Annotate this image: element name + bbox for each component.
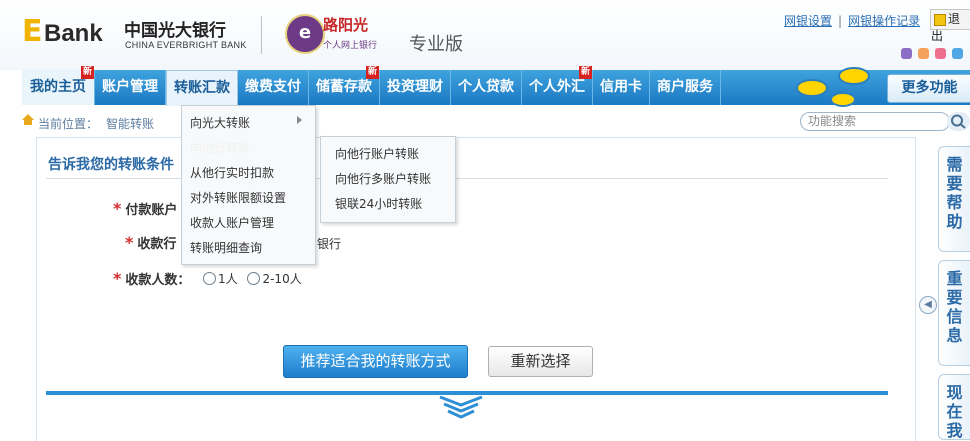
new-badge: 新: [578, 66, 592, 79]
nav-item-forex[interactable]: 个人外汇新: [522, 66, 593, 105]
header-divider: [261, 16, 262, 54]
other-bank-submenu: 向他行账户转账 向他行多账户转账 银联24小时转账: [320, 136, 456, 223]
radio-multi-person[interactable]: 2-10人: [247, 272, 302, 286]
now-i-tab[interactable]: 现在我: [938, 374, 970, 440]
home-icon: [22, 114, 34, 125]
function-search-input[interactable]: 功能搜索: [800, 112, 950, 131]
new-badge: 新: [365, 66, 379, 79]
breadcrumb: 当前位置： 智能转账: [38, 115, 154, 132]
nav-item-label: 个人外汇: [529, 79, 585, 95]
nav-item-investment[interactable]: 投资理财: [380, 70, 451, 105]
submenu-item-account-transfer[interactable]: 向他行账户转账: [335, 145, 419, 162]
bank-name-cn: 中国光大银行: [124, 21, 226, 41]
radio-multi-person-label: 2-10人: [262, 272, 302, 286]
ebank-logo-text: Bank: [44, 20, 103, 47]
skin-purple-icon[interactable]: [901, 48, 912, 59]
payee-count-options: 1人 2-10人: [203, 270, 302, 287]
bank-name-en: CHINA EVERBRIGHT BANK: [125, 40, 247, 50]
need-help-tab[interactable]: 需要帮助: [938, 146, 970, 252]
nav-item-label: 信用卡: [600, 79, 642, 95]
radio-icon[interactable]: [247, 272, 261, 285]
menu-item-transfer-details[interactable]: 转账明细查询: [190, 239, 262, 256]
reset-button[interactable]: 重新选择: [488, 346, 593, 377]
required-mark: *: [125, 233, 134, 252]
submenu-item-unionpay-24h[interactable]: 银联24小时转账: [335, 195, 422, 212]
logout-button[interactable]: 退出: [930, 9, 970, 43]
payee-bank-label: 收款行: [137, 237, 177, 252]
menu-item-limit-settings[interactable]: 对外转账限额设置: [190, 189, 286, 206]
panel-title: 告诉我您的转账条件: [48, 157, 174, 173]
more-functions-button[interactable]: 更多功能: [887, 74, 970, 103]
nav-item-label: 我的主页: [30, 79, 86, 95]
link-separator: |: [838, 14, 843, 28]
nav-item-label: 个人贷款: [458, 79, 514, 95]
sunshine-logo-glyph: e: [298, 22, 312, 43]
payee-count-label: 收款人数：: [125, 273, 191, 288]
payer-account-label: 付款账户: [125, 203, 178, 218]
operation-record-link[interactable]: 网银操作记录: [848, 14, 920, 28]
nav-item-merchant-services[interactable]: 商户服务: [650, 70, 721, 105]
main-nav: 我的主页新账户管理 转账汇款 缴费支付 储蓄存款新投资理财 个人贷款 个人外汇新信用卡 商户…: [22, 66, 721, 106]
nav-item-payment[interactable]: 缴费支付: [238, 70, 309, 105]
skin-switcher: [901, 44, 969, 63]
title-divider: [46, 178, 888, 179]
fish-decoration-icon: [838, 67, 870, 85]
submenu-item-multi-account-transfer[interactable]: 向他行多账户转账: [335, 170, 431, 187]
breadcrumb-current[interactable]: 智能转账: [106, 117, 154, 131]
nav-item-loans[interactable]: 个人贷款: [451, 70, 522, 105]
top-links: 网银设置 | 网银操作记录: [784, 12, 920, 29]
new-badge: 新: [80, 66, 94, 79]
nav-item-label: 投资理财: [387, 79, 443, 95]
ebank-logo-e: E: [22, 14, 42, 49]
fish-decoration-icon: [796, 79, 828, 97]
important-info-tab[interactable]: 重要信息: [938, 260, 970, 366]
radio-one-person[interactable]: 1人: [203, 272, 238, 286]
sunshine-logo-icon: e: [285, 14, 325, 54]
sunshine-title: 路阳光: [323, 16, 369, 34]
expand-chevron-icon[interactable]: [437, 394, 485, 424]
netbank-settings-link[interactable]: 网银设置: [784, 14, 832, 28]
nav-item-credit-card[interactable]: 信用卡: [593, 70, 650, 105]
submenu-arrow-icon: [297, 116, 302, 124]
sunshine-subtitle: 个人网上银行: [323, 41, 378, 51]
nav-item-account-management[interactable]: 账户管理: [95, 70, 166, 105]
fish-decoration-icon: [830, 92, 856, 107]
nav-item-label: 缴费支付: [245, 79, 301, 95]
required-mark: *: [113, 269, 122, 288]
menu-item-payee-management[interactable]: 收款人账户管理: [190, 214, 274, 231]
menu-item-everbright-transfer[interactable]: 向光大转账: [190, 114, 250, 131]
skin-orange-icon[interactable]: [918, 48, 929, 59]
breadcrumb-prefix: 当前位置：: [38, 117, 99, 131]
payee-count-row: * 收款人数：: [113, 269, 190, 288]
required-mark: *: [113, 199, 122, 218]
nav-item-transfer[interactable]: 转账汇款: [166, 70, 238, 106]
skin-blue-icon[interactable]: [952, 48, 963, 59]
edition-label: 专业版: [409, 34, 463, 55]
nav-item-label: 商户服务: [657, 79, 713, 95]
menu-item-other-bank-transfer[interactable]: 向他行转账: [190, 139, 250, 156]
payee-bank-row: * 收款行: [125, 233, 176, 252]
payee-bank-value: 银行: [317, 237, 342, 251]
payer-account-row: * 付款账户: [113, 199, 177, 218]
nav-item-label: 储蓄存款: [316, 79, 372, 95]
transfer-dropdown-menu: 向光大转账 向他行转账 从他行实时扣款 对外转账限额设置 收款人账户管理 转账明…: [181, 105, 316, 265]
skin-pink-icon[interactable]: [935, 48, 946, 59]
lock-icon: [934, 14, 946, 26]
nav-item-label: 账户管理: [102, 79, 158, 95]
collapse-arrow-icon[interactable]: ◀: [919, 296, 937, 314]
search-icon[interactable]: [947, 112, 970, 131]
nav-item-label: 转账汇款: [174, 80, 230, 96]
radio-icon[interactable]: [203, 272, 216, 285]
nav-item-home[interactable]: 我的主页新: [22, 66, 95, 105]
menu-item-realtime-debit[interactable]: 从他行实时扣款: [190, 164, 274, 181]
recommend-transfer-button[interactable]: 推荐适合我的转账方式: [283, 345, 468, 378]
nav-item-savings[interactable]: 储蓄存款新: [309, 66, 380, 105]
radio-one-person-label: 1人: [218, 272, 238, 286]
